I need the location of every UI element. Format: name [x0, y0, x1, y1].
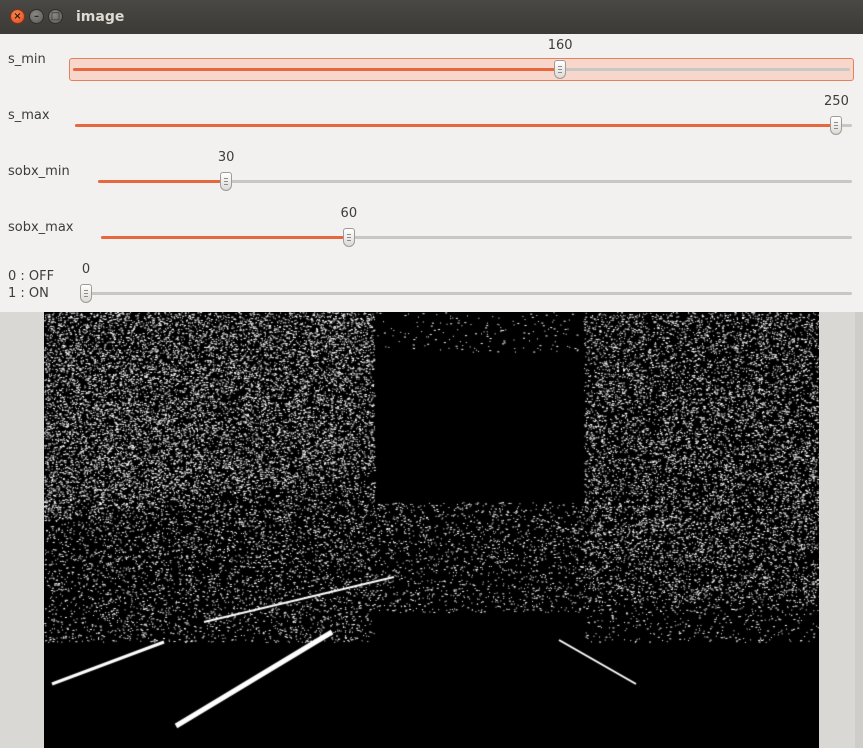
maximize-button[interactable]: □: [48, 9, 63, 24]
trackbar-on-off: 0 : OFF 1 : ON 0: [0, 258, 863, 314]
image-window: × – □ image s_min 160 s_max 250 sobx_min…: [0, 0, 863, 748]
close-icon: ×: [13, 11, 22, 22]
trackbar-label: sobx_min: [8, 164, 70, 179]
slider-track[interactable]: [75, 124, 852, 127]
binary-edge-image: [44, 312, 819, 748]
slider-track[interactable]: [101, 236, 852, 239]
edge-canvas: [44, 312, 819, 748]
image-display-area: [0, 312, 863, 748]
trackbar-value: 0: [81, 262, 91, 277]
slider-track[interactable]: [98, 180, 852, 183]
window-title: image: [76, 9, 125, 25]
trackbar-value: 30: [217, 150, 235, 165]
slider-handle[interactable]: [342, 228, 355, 247]
minimize-button[interactable]: –: [29, 9, 44, 24]
minimize-icon: –: [34, 11, 39, 22]
trackbar-sobx-max: sobx_max 60: [0, 202, 863, 258]
titlebar[interactable]: × – □ image: [0, 0, 863, 35]
window-edge: [855, 312, 863, 748]
close-button[interactable]: ×: [10, 9, 25, 24]
trackbar-label: sobx_max: [8, 220, 74, 235]
slider-fill: [98, 180, 227, 183]
trackbar-label: s_min: [8, 52, 46, 67]
trackbar-s-max: s_max 250: [0, 90, 863, 146]
trackbar-label: s_max: [8, 108, 50, 123]
trackbar-value: 250: [824, 94, 849, 109]
slider-track[interactable]: [73, 68, 850, 71]
slider-handle[interactable]: [554, 60, 567, 79]
slider-handle[interactable]: [220, 172, 233, 191]
maximize-icon: □: [50, 11, 61, 22]
trackbar-label: 0 : OFF 1 : ON: [8, 269, 55, 301]
slider-fill: [101, 236, 349, 239]
trackbar-s-min: s_min 160: [0, 34, 863, 90]
trackbar-value: 60: [340, 206, 358, 221]
slider-handle[interactable]: [80, 284, 92, 303]
slider-handle[interactable]: [830, 116, 843, 135]
trackbar-value: 160: [547, 38, 573, 53]
trackbar-panel: s_min 160 s_max 250 sobx_min 30 sobx_max…: [0, 34, 863, 312]
slider-fill: [73, 68, 561, 71]
slider-track[interactable]: [86, 292, 852, 295]
trackbar-sobx-min: sobx_min 30: [0, 146, 863, 202]
slider-fill: [75, 124, 837, 127]
